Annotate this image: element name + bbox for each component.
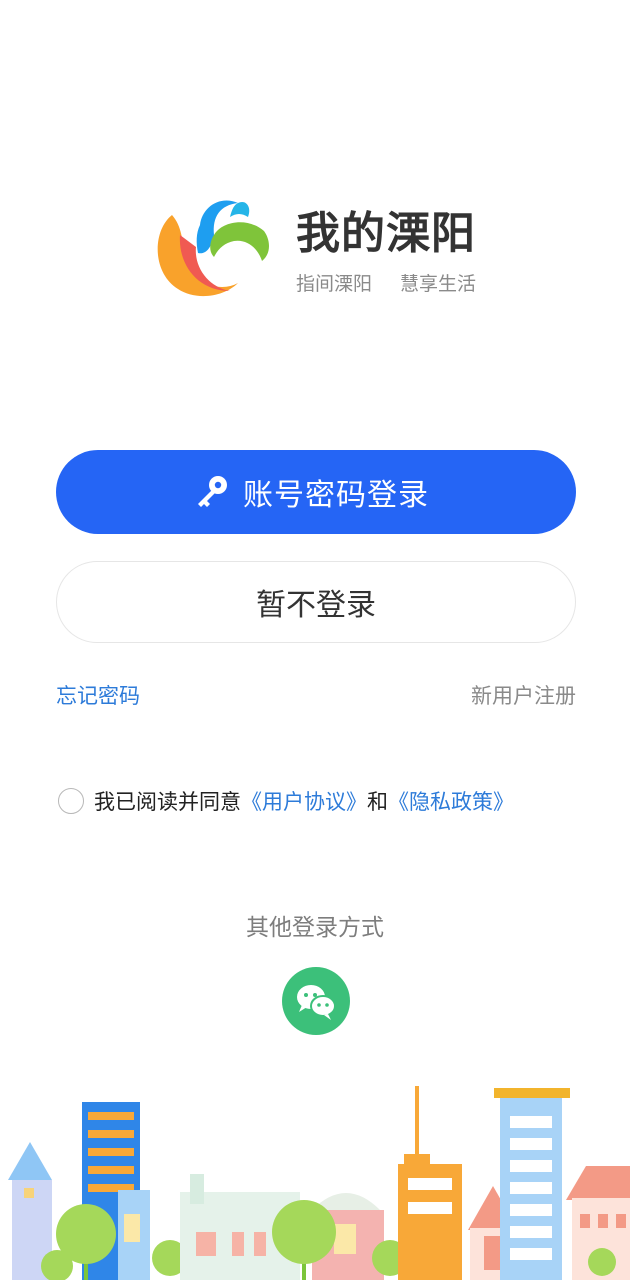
slogan-part-2: 慧享生活 <box>400 273 477 295</box>
agreement-row: 我已阅读并同意 《用户协议》 和 《隐私政策》 <box>58 786 514 816</box>
app-logo <box>157 200 269 297</box>
wechat-icon <box>297 985 336 1020</box>
agreement-and: 和 <box>367 790 388 814</box>
app-slogan: 指间溧阳 慧享生活 <box>296 270 476 298</box>
city-illustration <box>8 1086 630 1280</box>
app-title: 我的溧阳 <box>296 208 476 259</box>
password-login-label: 账号密码登录 <box>243 478 429 513</box>
forgot-password-link[interactable]: 忘记密码 <box>56 680 140 710</box>
skip-login-button[interactable]: 暂不登录 <box>56 561 576 643</box>
slogan-part-1: 指间溧阳 <box>296 273 373 295</box>
agreement-prefix: 我已阅读并同意 <box>94 790 241 814</box>
privacy-policy-link[interactable]: 《隐私政策》 <box>388 786 514 816</box>
agreement-checkbox[interactable] <box>58 788 84 814</box>
wechat-login-button[interactable] <box>282 967 350 1035</box>
key-icon <box>198 476 227 507</box>
register-link[interactable]: 新用户注册 <box>471 680 576 710</box>
other-login-title: 其他登录方式 <box>246 915 384 941</box>
password-login-button[interactable]: 账号密码登录 <box>56 450 576 534</box>
user-agreement-link[interactable]: 《用户协议》 <box>241 786 367 816</box>
